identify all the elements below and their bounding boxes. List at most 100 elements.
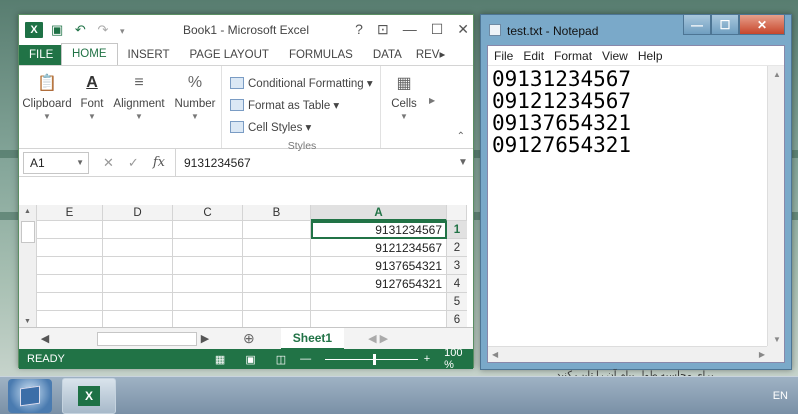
horizontal-scrollbar[interactable]: [97, 331, 197, 346]
menu-help[interactable]: Help: [638, 49, 663, 63]
format-as-table-button[interactable]: Format as Table ▾: [230, 94, 374, 116]
vertical-scroll-thumb[interactable]: [21, 221, 35, 243]
enter-icon[interactable]: ✓: [128, 155, 139, 171]
undo-icon[interactable]: ↶: [75, 22, 86, 37]
scroll-left-icon[interactable]: ◀: [37, 332, 53, 345]
column-header-e[interactable]: E: [37, 205, 103, 221]
cell[interactable]: [243, 293, 311, 311]
start-button[interactable]: [8, 379, 52, 413]
redo-icon[interactable]: ↷: [97, 22, 108, 37]
maximize-button[interactable]: ☐: [431, 21, 444, 38]
minimize-button[interactable]: —: [683, 15, 711, 35]
notepad-vertical-scrollbar[interactable]: ▲ ▼: [767, 66, 784, 348]
row-header[interactable]: 2: [447, 239, 467, 257]
scroll-left-icon[interactable]: ◀: [492, 350, 498, 359]
column-header-c[interactable]: C: [173, 205, 243, 221]
ribbon-scroll-right-icon[interactable]: ▶: [427, 66, 435, 148]
scroll-right-icon[interactable]: ▶: [759, 350, 765, 359]
menu-format[interactable]: Format: [554, 49, 592, 63]
menu-file[interactable]: File: [494, 49, 513, 63]
cell[interactable]: [37, 239, 103, 257]
scroll-up-icon[interactable]: ▲: [19, 208, 36, 215]
close-button[interactable]: ✕: [739, 15, 785, 35]
customize-qa-icon[interactable]: ▾: [120, 26, 125, 36]
scroll-right-icon[interactable]: ▶: [197, 332, 213, 345]
cell[interactable]: [173, 275, 243, 293]
cell[interactable]: [37, 293, 103, 311]
ribbon-display-button[interactable]: ⊡: [377, 21, 389, 38]
cell[interactable]: [243, 257, 311, 275]
tab-home[interactable]: HOME: [61, 43, 118, 65]
cell-a3[interactable]: 9137654321: [311, 257, 447, 275]
sheet-nav-icon[interactable]: ◀ ▶: [368, 332, 388, 345]
zoom-slider-thumb[interactable]: [373, 353, 377, 365]
close-button[interactable]: ✕: [457, 21, 469, 38]
vertical-scrollbar[interactable]: ▲ ▼: [19, 205, 37, 327]
resize-grip-icon[interactable]: [767, 346, 784, 362]
row-header[interactable]: 4: [447, 275, 467, 293]
tab-file[interactable]: FILE: [19, 45, 61, 65]
notepad-icon[interactable]: [489, 24, 501, 36]
zoom-level[interactable]: 100 %: [444, 347, 473, 371]
formula-input[interactable]: 9131234567: [174, 148, 453, 177]
row-header[interactable]: 1: [447, 221, 467, 239]
cell[interactable]: [37, 275, 103, 293]
page-break-view-icon[interactable]: ◫: [276, 353, 286, 366]
notepad-horizontal-scrollbar[interactable]: ◀ ▶: [488, 346, 769, 362]
menu-edit[interactable]: Edit: [523, 49, 544, 63]
new-sheet-button[interactable]: ⊕: [243, 330, 255, 347]
excel-logo-icon[interactable]: X: [25, 22, 43, 38]
minimize-button[interactable]: —: [403, 21, 417, 38]
save-icon[interactable]: ▣: [51, 22, 63, 37]
alignment-group[interactable]: ≡ Alignment ▼: [109, 66, 169, 148]
cell[interactable]: [173, 221, 243, 239]
cancel-icon[interactable]: ✕: [103, 155, 114, 171]
font-group[interactable]: A Font ▼: [75, 66, 109, 148]
cell[interactable]: [103, 257, 173, 275]
sheet-tab-sheet1[interactable]: Sheet1: [280, 327, 345, 350]
conditional-formatting-button[interactable]: Conditional Formatting ▾: [230, 72, 374, 94]
cell[interactable]: [103, 293, 173, 311]
zoom-slider[interactable]: [325, 353, 418, 365]
normal-view-icon[interactable]: ▦: [215, 353, 225, 366]
cells-group[interactable]: ▦ Cells ▼: [381, 66, 427, 148]
name-box[interactable]: A1 ▼: [23, 151, 89, 174]
cell[interactable]: [243, 239, 311, 257]
zoom-out-icon[interactable]: —: [300, 353, 311, 365]
taskbar-excel-button[interactable]: X: [62, 378, 116, 414]
tab-formulas[interactable]: FORMULAS: [279, 45, 363, 65]
cell-a2[interactable]: 9121234567: [311, 239, 447, 257]
cell[interactable]: [243, 221, 311, 239]
cell[interactable]: [37, 221, 103, 239]
cell[interactable]: [173, 239, 243, 257]
menu-view[interactable]: View: [602, 49, 628, 63]
scroll-down-icon[interactable]: ▼: [24, 318, 31, 325]
column-header-a[interactable]: A: [311, 205, 447, 221]
select-all-corner[interactable]: [447, 205, 467, 221]
scroll-down-icon[interactable]: ▼: [773, 335, 781, 344]
tab-data[interactable]: DATA: [363, 45, 412, 65]
expand-formula-bar-icon[interactable]: ▼: [453, 157, 473, 168]
cell[interactable]: [103, 275, 173, 293]
clipboard-group[interactable]: 📋 Clipboard ▼: [19, 66, 75, 148]
cell[interactable]: [173, 293, 243, 311]
cell[interactable]: [103, 239, 173, 257]
zoom-in-icon[interactable]: +: [424, 353, 430, 365]
cell-a4[interactable]: 9127654321: [311, 275, 447, 293]
cell-styles-button[interactable]: Cell Styles ▾: [230, 116, 374, 138]
scroll-up-icon[interactable]: ▲: [773, 70, 781, 79]
tab-review[interactable]: REV▸: [412, 45, 449, 65]
cell-a5[interactable]: [311, 293, 447, 311]
number-group[interactable]: % Number ▼: [169, 66, 221, 148]
cell[interactable]: [243, 275, 311, 293]
help-button[interactable]: ?: [355, 21, 363, 38]
tab-page-layout[interactable]: PAGE LAYOUT: [179, 45, 278, 65]
tab-insert[interactable]: INSERT: [118, 45, 180, 65]
cell[interactable]: [37, 257, 103, 275]
page-layout-view-icon[interactable]: ▣: [245, 353, 255, 366]
column-header-d[interactable]: D: [103, 205, 173, 221]
row-header[interactable]: 5: [447, 293, 467, 311]
column-header-b[interactable]: B: [243, 205, 311, 221]
cell[interactable]: [103, 221, 173, 239]
notepad-text-area[interactable]: 09131234567 09121234567 09137654321 0912…: [492, 68, 631, 156]
